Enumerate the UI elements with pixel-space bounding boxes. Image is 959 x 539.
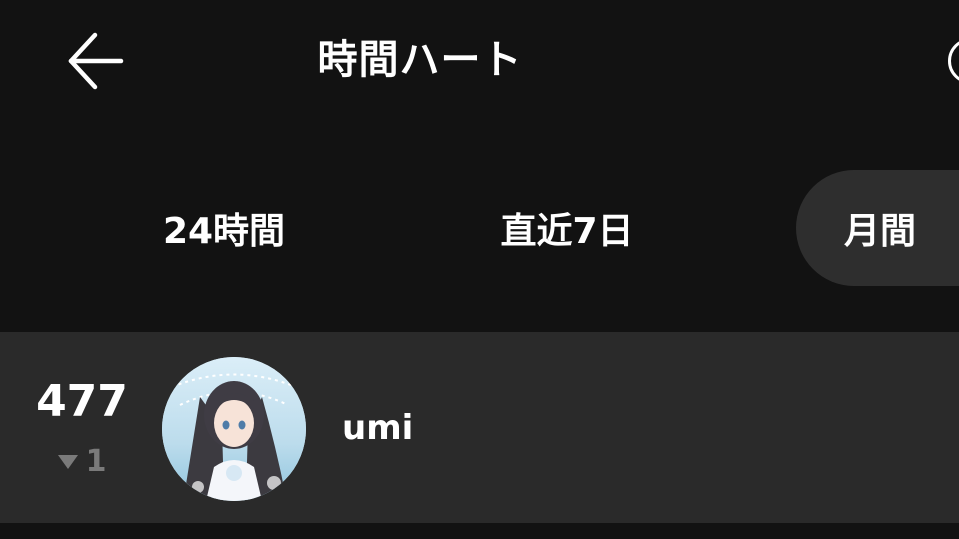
period-tabs: 24時間 直近7日 月間 bbox=[0, 170, 959, 286]
triangle-down-icon bbox=[57, 454, 78, 469]
username[interactable]: umi bbox=[342, 406, 413, 450]
ranking-row[interactable]: 477 1 umi bbox=[0, 332, 959, 523]
header: 時間ハート bbox=[0, 0, 959, 120]
avatar[interactable] bbox=[162, 357, 306, 501]
avatar-image bbox=[162, 357, 306, 501]
tab-monthly[interactable]: 月間 bbox=[796, 170, 959, 286]
rank-number: 477 bbox=[36, 376, 128, 427]
list-bottom-edge bbox=[0, 523, 959, 539]
rank-change: 1 bbox=[20, 444, 144, 479]
tab-last-7-days[interactable]: 直近7日 bbox=[478, 170, 656, 286]
page-title: 時間ハート bbox=[317, 37, 523, 83]
hourly-heart-ranking-screen: 時間ハート 24時間 直近7日 月間 477 1 umi bbox=[0, 0, 959, 539]
tab-24-hours[interactable]: 24時間 bbox=[140, 170, 308, 286]
rank-change-value: 1 bbox=[85, 444, 107, 479]
